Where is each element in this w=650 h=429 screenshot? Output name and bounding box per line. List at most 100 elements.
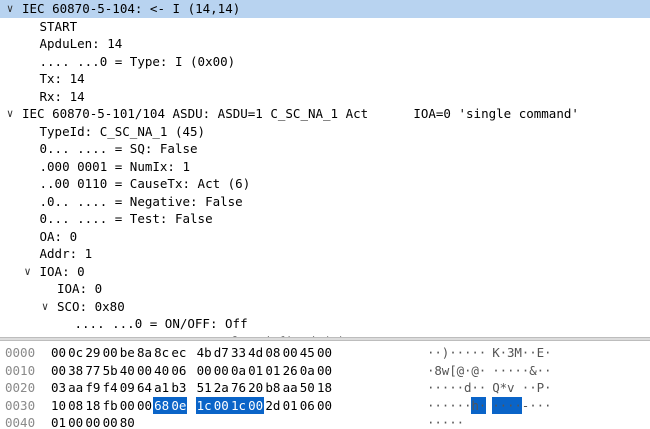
hex-byte[interactable]: 40 — [153, 362, 170, 380]
hex-byte[interactable]: aa — [67, 379, 84, 397]
ascii-char[interactable]: * — [500, 379, 508, 397]
ascii-char[interactable]: E — [537, 344, 545, 362]
ascii-char[interactable]: · — [427, 362, 435, 380]
packet-details-tree[interactable]: ∨ IEC 60870-5-104: <- I (14,14) START ApduL… — [0, 0, 650, 337]
hex-byte[interactable]: 5b — [102, 362, 119, 380]
hex-byte[interactable]: 01 — [282, 397, 299, 415]
hex-byte-selected[interactable]: 00 — [212, 396, 230, 414]
tree-row[interactable]: .... ...0 = Type: I (0x00) — [0, 53, 650, 71]
ascii-char[interactable]: · — [464, 362, 472, 380]
ascii-char[interactable]: · — [427, 397, 435, 415]
hex-byte[interactable]: 00 — [282, 344, 299, 362]
ascii-char[interactable]: · — [464, 344, 472, 362]
ascii-char[interactable]: · — [464, 397, 472, 415]
ascii-char[interactable]: v — [507, 379, 515, 397]
ascii-char[interactable]: · — [449, 344, 457, 362]
hex-byte[interactable]: ec — [170, 344, 187, 362]
ascii-char[interactable]: · — [500, 344, 508, 362]
hex-byte[interactable]: be — [119, 344, 136, 362]
ascii-char[interactable]: · — [479, 362, 487, 380]
hex-byte[interactable]: f9 — [84, 379, 101, 397]
tree-row[interactable]: TypeId: C_SC_NA_1 (45) — [0, 123, 650, 141]
hex-byte[interactable]: 00 — [136, 362, 153, 380]
ascii-char[interactable]: · — [434, 414, 442, 429]
ascii-char[interactable]: · — [449, 414, 457, 429]
hex-byte[interactable]: 00 — [196, 362, 213, 380]
ascii-char-selected[interactable]: h — [471, 396, 479, 414]
ascii-char-selected[interactable]: · — [514, 396, 522, 414]
ascii-char[interactable]: M — [514, 344, 522, 362]
hex-byte[interactable]: 0a — [299, 362, 316, 380]
tree-row[interactable]: 0... .... = SQ: False — [0, 140, 650, 158]
ascii-char[interactable]: · — [434, 379, 442, 397]
hex-byte[interactable]: 0a — [230, 362, 247, 380]
ascii-char[interactable]: · — [457, 379, 465, 397]
ascii-char[interactable]: 3 — [507, 344, 515, 362]
hex-byte[interactable]: 38 — [67, 362, 84, 380]
ascii-char[interactable]: · — [529, 379, 537, 397]
ascii-char[interactable]: · — [449, 397, 457, 415]
hex-byte[interactable]: 08 — [67, 397, 84, 415]
ascii-char[interactable]: @ — [457, 362, 465, 380]
hex-byte[interactable]: 8a — [136, 344, 153, 362]
ascii-char[interactable]: · — [522, 362, 530, 380]
ascii-char[interactable]: · — [479, 344, 487, 362]
packet-bytes-pane[interactable]: 0000 00 0c 29 00 be 8a 8c ec 4b d7 33 4d 08 00 45 00 · ·) ·… — [0, 341, 650, 429]
ascii-char[interactable]: · — [442, 414, 450, 429]
ascii-char[interactable]: d — [464, 379, 472, 397]
hex-byte[interactable]: 00 — [102, 414, 119, 429]
ascii-char-selected[interactable]: · — [492, 396, 500, 414]
tree-row[interactable]: ∨ IEC 60870-5-104: <- I (14,14) — [0, 0, 650, 18]
ascii-char[interactable]: · — [529, 344, 537, 362]
hex-byte[interactable]: 00 — [67, 414, 84, 429]
ascii-char[interactable]: · — [457, 344, 465, 362]
hex-byte[interactable]: aa — [282, 379, 299, 397]
hex-byte[interactable]: 4d — [247, 344, 264, 362]
hex-byte[interactable]: 40 — [119, 362, 136, 380]
chevron-down-icon[interactable]: ∨ — [4, 0, 16, 18]
ascii-char[interactable]: · — [507, 362, 515, 380]
ascii-char[interactable]: · — [522, 344, 530, 362]
ascii-char[interactable]: · — [471, 379, 479, 397]
ascii-char[interactable]: · — [427, 379, 435, 397]
hex-byte-selected[interactable]: 00 — [247, 396, 265, 414]
ascii-char[interactable]: P — [537, 379, 545, 397]
ascii-char[interactable]: w — [442, 362, 450, 380]
hex-byte[interactable]: 18 — [316, 379, 333, 397]
hex-byte[interactable]: 06 — [170, 362, 187, 380]
hex-byte[interactable]: 09 — [119, 379, 136, 397]
ascii-char[interactable]: · — [434, 397, 442, 415]
ascii-char[interactable]: 8 — [434, 362, 442, 380]
tree-row[interactable]: ∨ SCO: 0x80 — [0, 298, 650, 316]
hex-byte[interactable]: 00 — [50, 344, 67, 362]
ascii-char[interactable]: [ — [449, 362, 457, 380]
hex-byte-selected[interactable]: 0e — [170, 396, 188, 414]
hex-byte[interactable]: b8 — [264, 379, 281, 397]
hex-byte[interactable]: d7 — [213, 344, 230, 362]
hex-byte[interactable]: 01 — [50, 414, 67, 429]
ascii-char[interactable]: ) — [442, 344, 450, 362]
hex-byte[interactable]: 03 — [50, 379, 67, 397]
ascii-char[interactable]: · — [471, 344, 479, 362]
hex-byte[interactable]: 01 — [264, 362, 281, 380]
tree-row[interactable]: .... ...0 = ON/OFF: Off — [0, 315, 650, 333]
hex-byte[interactable]: 10 — [50, 397, 67, 415]
hex-byte[interactable]: 8c — [153, 344, 170, 362]
chevron-down-icon[interactable]: ∨ — [4, 105, 16, 123]
hex-byte[interactable]: 80 — [119, 414, 136, 429]
tree-row[interactable]: .000 0001 = NumIx: 1 — [0, 158, 650, 176]
tree-row[interactable]: OA: 0 — [0, 228, 650, 246]
hex-byte[interactable]: fb — [102, 397, 119, 415]
ascii-char[interactable]: · — [449, 379, 457, 397]
tree-row[interactable]: Tx: 14 — [0, 70, 650, 88]
hex-byte[interactable]: 00 — [316, 344, 333, 362]
hex-byte[interactable]: 18 — [84, 397, 101, 415]
hex-byte-selected[interactable]: 1c — [230, 396, 247, 414]
hex-byte-selected[interactable]: 1c — [195, 396, 213, 414]
ascii-char[interactable] — [514, 379, 522, 397]
hex-byte[interactable]: 0c — [67, 344, 84, 362]
ascii-char[interactable]: · — [500, 362, 508, 380]
hex-byte[interactable]: f4 — [102, 379, 119, 397]
ascii-char[interactable]: · — [514, 362, 522, 380]
hex-byte[interactable]: 06 — [299, 397, 316, 415]
